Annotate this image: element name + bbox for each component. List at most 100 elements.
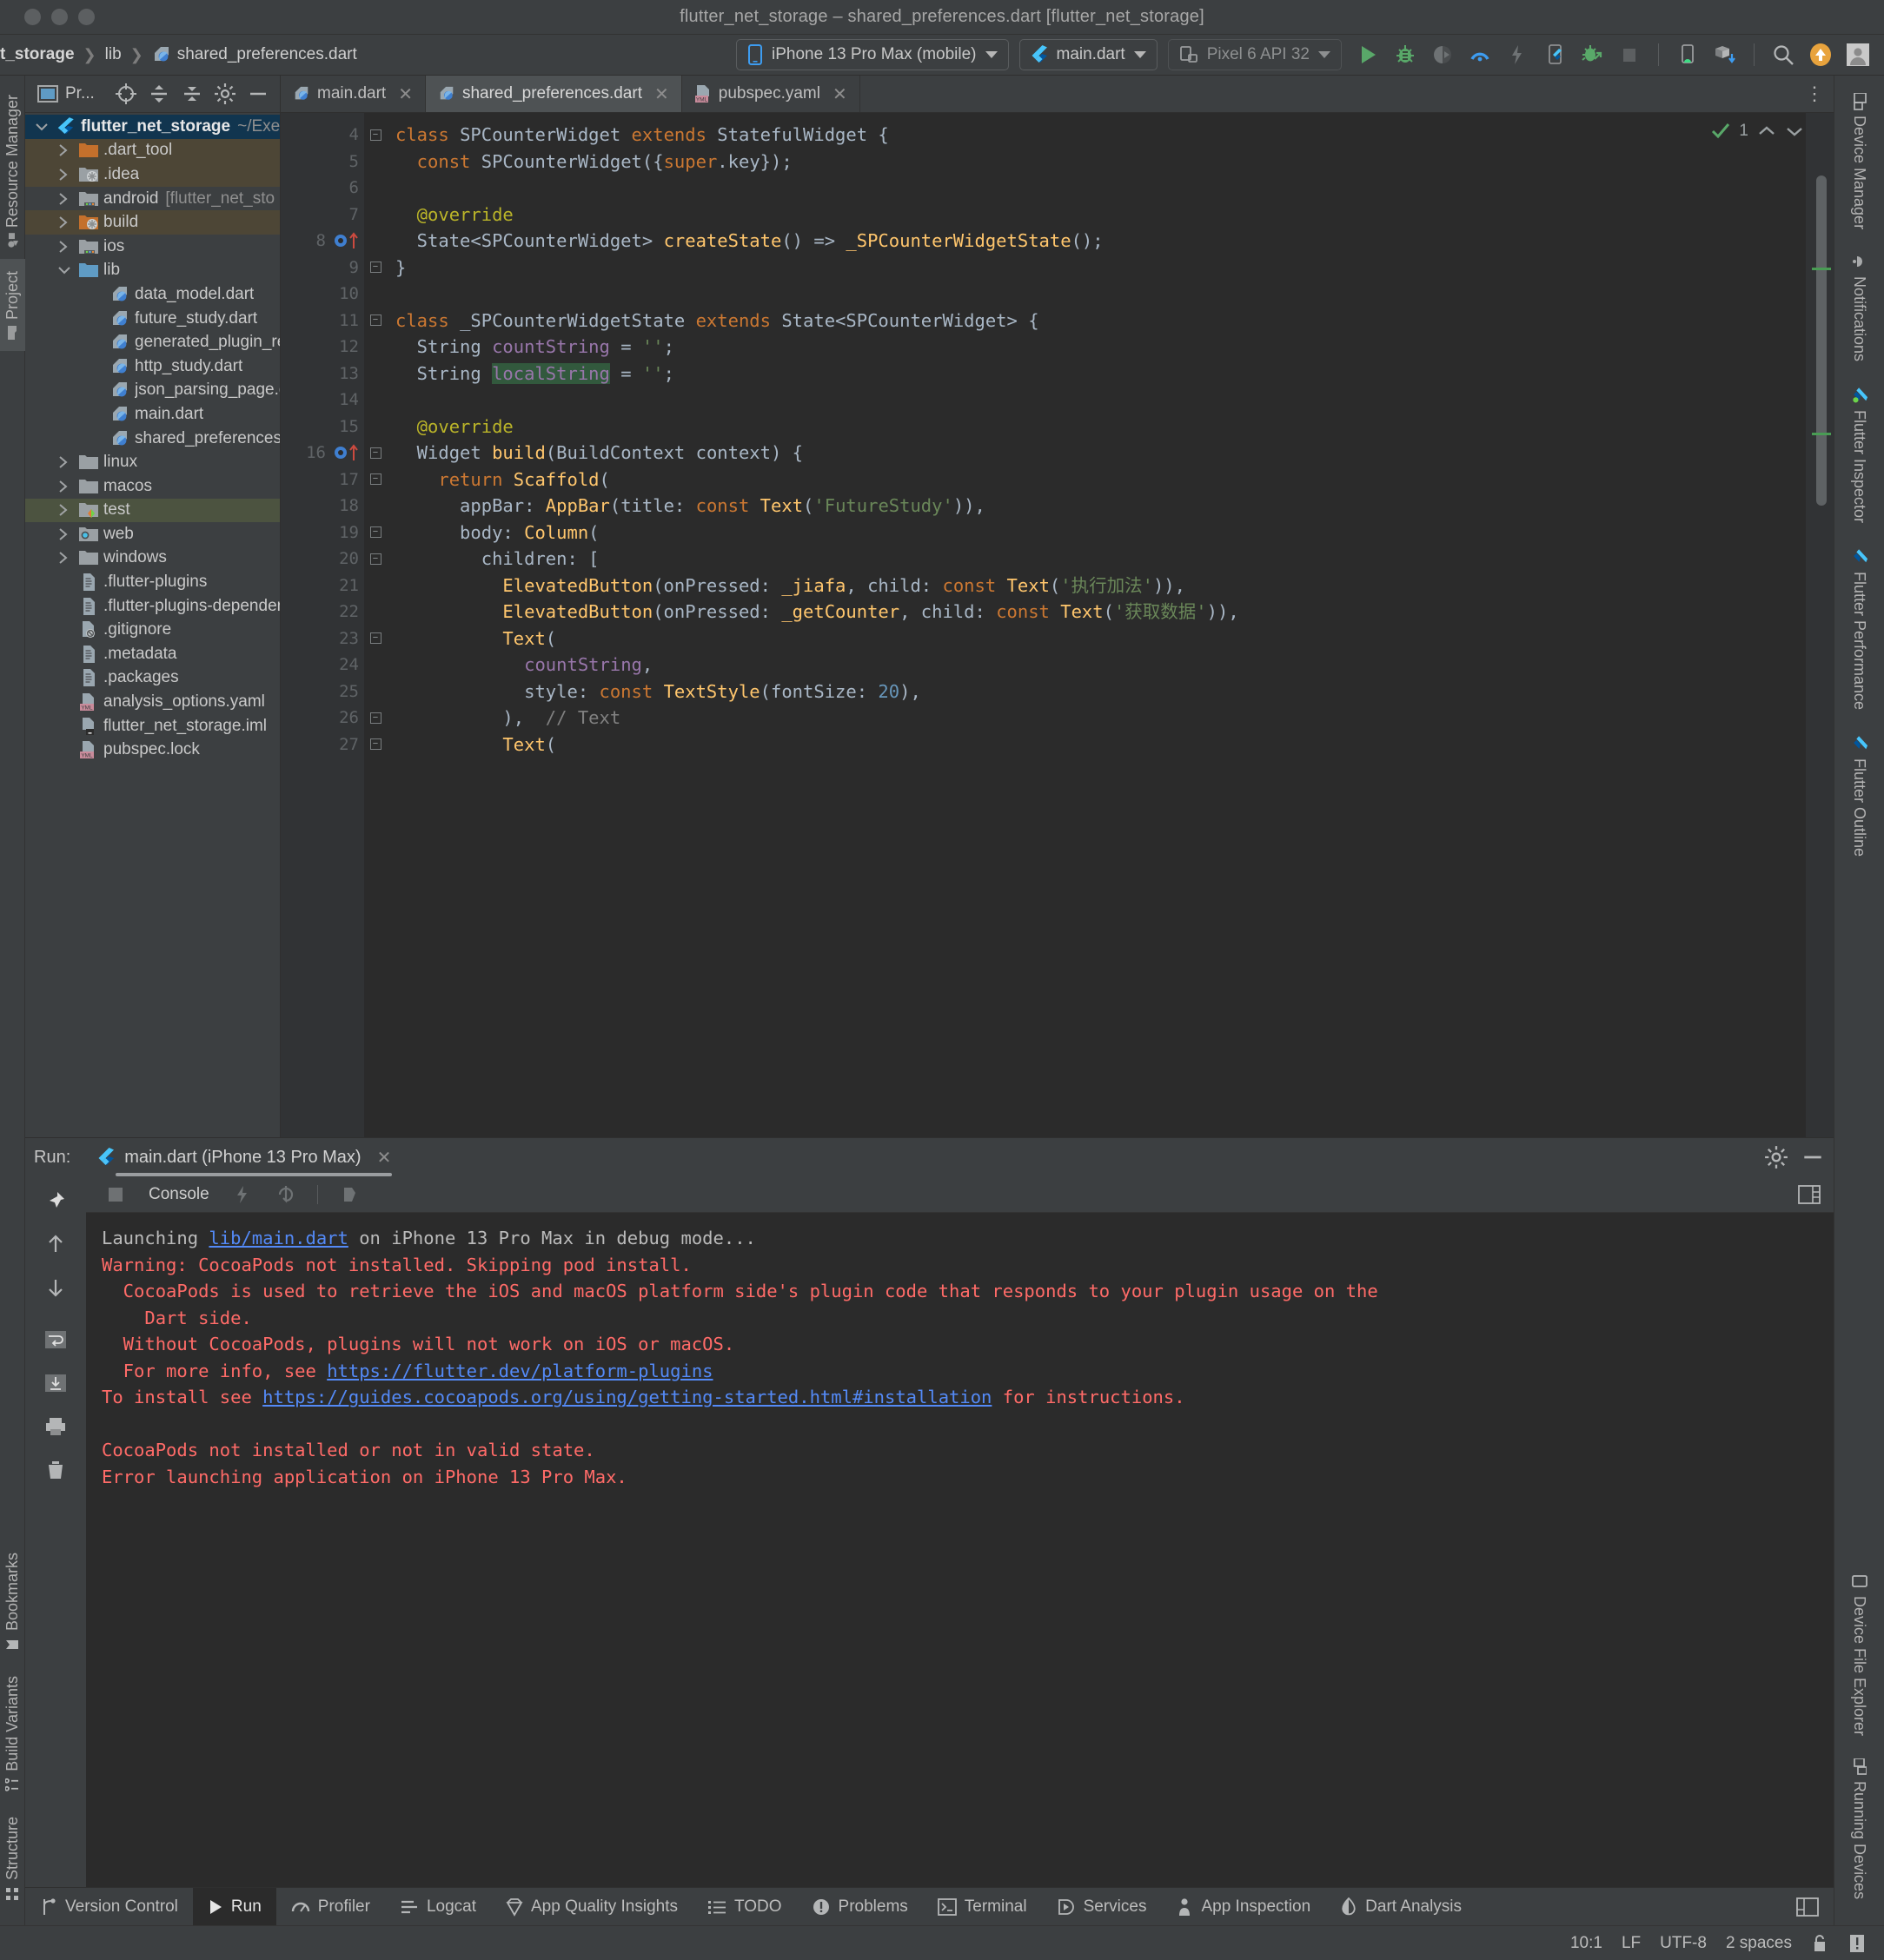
tool-window-button-problems[interactable]: Problems: [797, 1888, 923, 1926]
fold-toggle[interactable]: −: [364, 520, 387, 546]
pin-icon[interactable]: [36, 1182, 75, 1220]
tree-node[interactable]: YML analysis_options.yaml: [25, 690, 280, 714]
sidebar-item-bookmarks[interactable]: Bookmarks: [0, 1540, 25, 1664]
expand-all-icon[interactable]: [143, 77, 176, 110]
update-icon[interactable]: [1803, 37, 1838, 72]
console-link[interactable]: https://guides.cocoapods.org/using/getti…: [262, 1387, 992, 1407]
chevron-right-icon[interactable]: [58, 552, 77, 565]
android-device-selector[interactable]: Pixel 6 API 32: [1167, 39, 1342, 70]
prev-problem-icon[interactable]: [1757, 124, 1776, 138]
stop-icon[interactable]: [1612, 37, 1647, 72]
code-line[interactable]: appBar: AppBar(title: const Text('Future…: [387, 493, 1834, 520]
tree-node[interactable]: main.dart: [25, 402, 280, 427]
chevron-right-icon[interactable]: [58, 216, 77, 228]
project-tree[interactable]: flutter_net_storage~/Exer .dart_tool .idea…: [25, 113, 280, 1137]
profile-icon[interactable]: [1463, 37, 1497, 72]
code-line[interactable]: const SPCounterWidget({super.key});: [387, 149, 1834, 175]
code-line[interactable]: style: const TextStyle(fontSize: 20),: [387, 679, 1834, 705]
code-line[interactable]: class SPCounterWidget extends StatefulWi…: [387, 122, 1834, 149]
chevron-right-icon[interactable]: [58, 241, 77, 253]
code-line[interactable]: [387, 387, 1834, 414]
tree-node[interactable]: future_study.dart: [25, 307, 280, 331]
avd-manager-icon[interactable]: [1670, 37, 1705, 72]
override-marker-icon[interactable]: [333, 231, 362, 250]
code-line[interactable]: String countString = '';: [387, 334, 1834, 361]
code-line[interactable]: class _SPCounterWidgetState extends Stat…: [387, 308, 1834, 334]
tree-node[interactable]: android [flutter_net_sto: [25, 187, 280, 211]
code-line[interactable]: @override: [387, 202, 1834, 228]
sidebar-item-notifications[interactable]: Notifications: [1847, 242, 1872, 374]
select-opened-file-icon[interactable]: [109, 77, 143, 110]
sidebar-item-resource-manager[interactable]: Resource Manager: [0, 83, 25, 259]
soft-wrap-icon[interactable]: [36, 1321, 75, 1359]
sidebar-item-structure[interactable]: Structure: [0, 1804, 25, 1913]
flutter-attach-icon[interactable]: [1537, 37, 1572, 72]
code-line[interactable]: State<SPCounterWidget> createState() => …: [387, 228, 1834, 255]
fold-minus-icon[interactable]: −: [369, 738, 381, 751]
fold-toggle[interactable]: −: [364, 122, 387, 149]
sidebar-item-flutter-performance[interactable]: Flutter Performance: [1847, 535, 1872, 722]
run-configuration-selector[interactable]: main.dart: [1018, 39, 1158, 70]
inspection-widget[interactable]: 1: [1711, 122, 1804, 141]
tree-node[interactable]: build: [25, 210, 280, 235]
fold-toggle[interactable]: −: [364, 255, 387, 281]
close-icon[interactable]: ✕: [377, 1147, 392, 1169]
editor-tab-main-dart[interactable]: main.dart ✕: [281, 76, 426, 112]
tree-node[interactable]: data_model.dart: [25, 282, 280, 307]
sidebar-item-device-file-explorer[interactable]: Device File Explorer: [1847, 1561, 1872, 1748]
collapse-all-icon[interactable]: [176, 77, 209, 110]
scroll-to-end-icon[interactable]: [36, 1364, 75, 1402]
tree-node[interactable]: .idea: [25, 162, 280, 187]
fold-toggle[interactable]: −: [364, 440, 387, 467]
caret-position[interactable]: 10:1: [1570, 1934, 1602, 1953]
chevron-right-icon[interactable]: [58, 480, 77, 493]
tree-node[interactable]: shared_preferences.da: [25, 427, 280, 451]
code-text[interactable]: class SPCounterWidget extends StatefulWi…: [387, 113, 1834, 1137]
fold-minus-icon[interactable]: −: [369, 262, 381, 274]
code-line[interactable]: countString,: [387, 652, 1834, 679]
code-line[interactable]: ), // Text: [387, 705, 1834, 732]
console-link[interactable]: https://flutter.dev/platform-plugins: [327, 1361, 713, 1381]
scrollbar-thumb[interactable]: [1816, 175, 1827, 506]
indent-setting[interactable]: 2 spaces: [1726, 1934, 1792, 1953]
tree-node[interactable]: ios: [25, 235, 280, 259]
chevron-down-icon[interactable]: [58, 265, 77, 275]
editor-tab-pubspec-yaml[interactable]: YML pubspec.yaml ✕: [682, 76, 860, 112]
tree-node[interactable]: .metadata: [25, 642, 280, 666]
fold-minus-icon[interactable]: −: [369, 315, 381, 327]
code-line[interactable]: ElevatedButton(onPressed: _getCounter, c…: [387, 599, 1834, 626]
tree-node[interactable]: json_parsing_page.dar: [25, 379, 280, 403]
chevron-right-icon[interactable]: [58, 504, 77, 517]
search-icon[interactable]: [1766, 37, 1801, 72]
tree-node[interactable]: generated_plugin_regi: [25, 330, 280, 354]
close-icon[interactable]: ✕: [654, 83, 669, 105]
sidebar-item-build-variants[interactable]: Build Variants: [0, 1664, 25, 1804]
fold-toggle[interactable]: −: [364, 546, 387, 573]
tree-node[interactable]: flutter_net_storage~/Exer: [25, 115, 280, 139]
fold-toggle[interactable]: −: [364, 732, 387, 758]
tool-window-button-todo[interactable]: TODO: [693, 1888, 797, 1926]
tree-node[interactable]: macos: [25, 474, 280, 499]
settings-gear-icon[interactable]: [1764, 1145, 1788, 1169]
chevron-right-icon[interactable]: [58, 192, 77, 205]
layout-icon[interactable]: [1781, 1888, 1834, 1926]
line-separator[interactable]: LF: [1622, 1934, 1641, 1953]
tree-node[interactable]: .flutter-plugins: [25, 570, 280, 594]
editor-tab-shared-preferences-dart[interactable]: shared_preferences.dart ✕: [425, 76, 682, 112]
console-link[interactable]: lib/main.dart: [209, 1228, 348, 1248]
coverage-icon[interactable]: [1425, 37, 1460, 72]
sidebar-item-flutter-outline[interactable]: Flutter Outline: [1847, 722, 1872, 869]
tree-node[interactable]: flutter_net_storage.iml: [25, 714, 280, 738]
code-line[interactable]: body: Column(: [387, 520, 1834, 546]
tree-node[interactable]: .flutter-plugins-dependen: [25, 594, 280, 619]
code-editor[interactable]: 4 5 6 7 8 9 10 11 12 13 14 15 16 17 18 19 20 21 22 23 24 25 26…: [281, 113, 1834, 1137]
fold-minus-icon[interactable]: −: [369, 553, 381, 565]
chevron-down-icon[interactable]: [36, 122, 55, 132]
code-line[interactable]: @override: [387, 414, 1834, 440]
tool-window-button-version-control[interactable]: Version Control: [25, 1888, 193, 1926]
tool-window-button-app-quality-insights[interactable]: App Quality Insights: [491, 1888, 693, 1926]
chevron-right-icon[interactable]: [58, 528, 77, 540]
tree-node[interactable]: YML pubspec.lock: [25, 738, 280, 762]
open-devtools-icon[interactable]: [330, 1175, 368, 1214]
hot-reload-icon[interactable]: [223, 1175, 262, 1214]
